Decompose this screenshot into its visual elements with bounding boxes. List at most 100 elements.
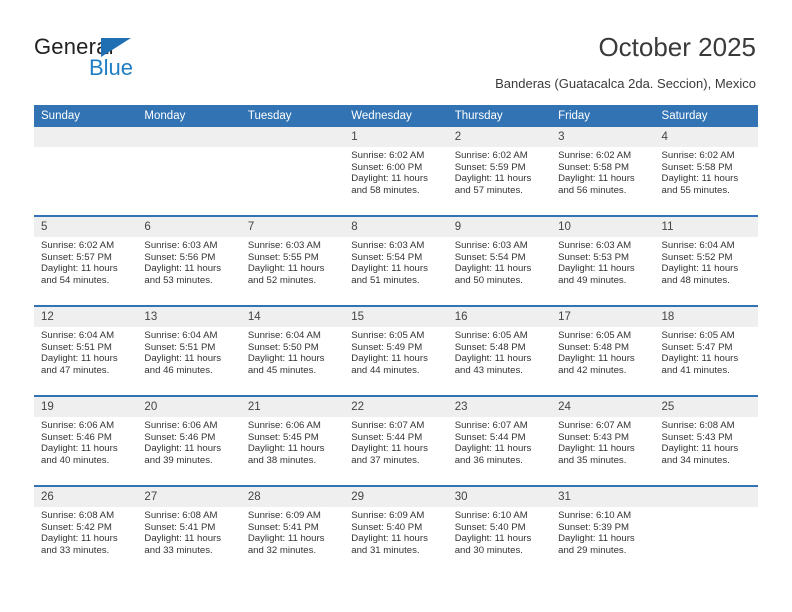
calendar-day-cell[interactable]: 3 Sunrise: 6:02 AM Sunset: 5:58 PM Daylight…	[551, 127, 655, 217]
daylight-text-line2: and 51 minutes.	[351, 274, 420, 286]
calendar-day-cell[interactable]: 11 Sunrise: 6:04 AM Sunset: 5:52 PM Dayligh…	[654, 216, 758, 307]
calendar-day-cell[interactable]: 17 Sunrise: 6:05 AM Sunset: 5:48 PM Dayligh…	[551, 306, 655, 397]
daylight-text-line1: Daylight: 11 hours	[661, 353, 739, 365]
calendar-day-cell[interactable]: 25 Sunrise: 6:08 AM Sunset: 5:43 PM Dayligh…	[654, 396, 758, 487]
day-number: 14	[240, 307, 345, 327]
sunrise-text: Sunrise: 6:09 AM	[351, 510, 425, 521]
calendar-day-cell[interactable]: 12 Sunrise: 6:04 AM Sunset: 5:51 PM Dayligh…	[34, 306, 138, 397]
calendar-day-cell[interactable]: 18 Sunrise: 6:05 AM Sunset: 5:47 PM Dayligh…	[654, 306, 758, 397]
calendar-day-cell[interactable]: 8 Sunrise: 6:03 AM Sunset: 5:54 PM Daylight…	[344, 216, 448, 307]
calendar-day-cell[interactable]: 26 Sunrise: 6:08 AM Sunset: 5:42 PM Dayligh…	[34, 486, 138, 575]
sunset-text: Sunset: 5:49 PM	[351, 341, 423, 353]
daylight-text-line2: and 56 minutes.	[558, 184, 627, 196]
page-header: General Blue October 2025 Banderas (Guat…	[0, 0, 792, 96]
calendar-day-cell[interactable]: 20 Sunrise: 6:06 AM Sunset: 5:46 PM Dayligh…	[137, 396, 241, 487]
sunrise-text: Sunrise: 6:08 AM	[41, 510, 115, 521]
daylight-text-line1: Daylight: 11 hours	[351, 443, 428, 455]
day-number: 1	[344, 127, 448, 147]
day-number: 18	[654, 307, 758, 327]
calendar-day-cell[interactable]: 13 Sunrise: 6:04 AM Sunset: 5:51 PM Dayligh…	[137, 306, 241, 397]
day-number: 6	[137, 217, 241, 237]
sunrise-text: Sunrise: 6:03 AM	[144, 240, 218, 251]
daylight-text-line2: and 43 minutes.	[454, 364, 523, 376]
calendar-day-cell[interactable]: 16 Sunrise: 6:05 AM Sunset: 5:48 PM Dayligh…	[447, 306, 552, 397]
sunset-text: Sunset: 5:54 PM	[454, 251, 526, 263]
calendar-day-cell[interactable]: 21 Sunrise: 6:06 AM Sunset: 5:45 PM Dayligh…	[240, 396, 345, 487]
calendar-day-cell[interactable]: 29 Sunrise: 6:09 AM Sunset: 5:40 PM Dayligh…	[344, 486, 448, 575]
calendar-day-cell[interactable]: 4 Sunrise: 6:02 AM Sunset: 5:58 PM Daylight…	[654, 127, 758, 217]
calendar-day-cell[interactable]: 2 Sunrise: 6:02 AM Sunset: 5:59 PM Daylight…	[447, 127, 552, 217]
day-info: Sunrise: 6:09 AM Sunset: 5:40 PM Daylight:…	[344, 507, 447, 556]
day-number: 29	[344, 487, 448, 507]
calendar-day-cell[interactable]: 10 Sunrise: 6:03 AM Sunset: 5:53 PM Dayligh…	[551, 216, 655, 307]
sunrise-text: Sunrise: 6:04 AM	[144, 330, 218, 341]
calendar-day-cell[interactable]: 6 Sunrise: 6:03 AM Sunset: 5:56 PM Daylight…	[137, 216, 241, 307]
sunset-text: Sunset: 5:44 PM	[454, 431, 526, 443]
sunset-text: Sunset: 5:54 PM	[351, 251, 423, 263]
day-number: 4	[654, 127, 758, 147]
day-info: Sunrise: 6:03 AM Sunset: 5:53 PM Daylight:…	[551, 237, 654, 286]
daylight-text-line2: and 46 minutes.	[144, 364, 213, 376]
daylight-text-line1: Daylight: 11 hours	[144, 533, 222, 545]
sunset-text: Sunset: 6:00 PM	[351, 161, 423, 173]
sunrise-text: Sunrise: 6:05 AM	[351, 330, 425, 341]
sunrise-text: Sunrise: 6:03 AM	[558, 240, 632, 251]
calendar-day-cell[interactable]: 28 Sunrise: 6:09 AM Sunset: 5:41 PM Dayligh…	[240, 486, 345, 575]
sunrise-text: Sunrise: 6:05 AM	[661, 330, 735, 341]
sunrise-text: Sunrise: 6:08 AM	[661, 420, 735, 431]
weekday-header-sunday: Sunday	[34, 105, 138, 127]
calendar-day-cell[interactable]: 5 Sunrise: 6:02 AM Sunset: 5:57 PM Daylight…	[34, 216, 138, 307]
calendar-day-cell[interactable]: 14 Sunrise: 6:04 AM Sunset: 5:50 PM Dayligh…	[240, 306, 345, 397]
page-title: October 2025	[598, 32, 756, 62]
daylight-text-line1: Daylight: 11 hours	[558, 443, 635, 455]
sunset-text: Sunset: 5:51 PM	[144, 341, 216, 353]
calendar-week-row: 1 Sunrise: 6:02 AM Sunset: 6:00 PM Daylight…	[34, 127, 758, 217]
calendar-day-cell[interactable]: 22 Sunrise: 6:07 AM Sunset: 5:44 PM Dayligh…	[344, 396, 448, 487]
daylight-text-line2: and 49 minutes.	[558, 274, 627, 286]
day-number	[137, 127, 241, 147]
weekday-header-tuesday: Tuesday	[240, 105, 345, 127]
day-info: Sunrise: 6:05 AM Sunset: 5:48 PM Daylight:…	[551, 327, 654, 376]
page-subtitle: Banderas (Guatacalca 2da. Seccion), Mexi…	[495, 76, 756, 91]
day-info: Sunrise: 6:04 AM Sunset: 5:51 PM Daylight:…	[137, 327, 240, 376]
calendar-day-cell-empty	[654, 486, 758, 575]
daylight-text-line1: Daylight: 11 hours	[558, 173, 635, 185]
sunrise-text: Sunrise: 6:06 AM	[144, 420, 218, 431]
brand-name-blue: Blue	[89, 55, 134, 80]
sunrise-text: Sunrise: 6:04 AM	[661, 240, 735, 251]
sunrise-text: Sunrise: 6:10 AM	[558, 510, 632, 521]
calendar-day-cell[interactable]: 30 Sunrise: 6:10 AM Sunset: 5:40 PM Dayligh…	[447, 486, 552, 575]
daylight-text-line1: Daylight: 11 hours	[144, 263, 222, 275]
calendar-day-cell[interactable]: 19 Sunrise: 6:06 AM Sunset: 5:46 PM Dayligh…	[34, 396, 138, 487]
calendar-day-cell[interactable]: 7 Sunrise: 6:03 AM Sunset: 5:55 PM Daylight…	[240, 216, 345, 307]
brand-logo[interactable]: General Blue	[34, 34, 214, 86]
day-number: 28	[240, 487, 345, 507]
daylight-text-line1: Daylight: 11 hours	[41, 443, 118, 455]
sunset-text: Sunset: 5:42 PM	[41, 521, 112, 533]
sunset-text: Sunset: 5:39 PM	[558, 521, 630, 533]
calendar-day-cell[interactable]: 15 Sunrise: 6:05 AM Sunset: 5:49 PM Dayligh…	[344, 306, 448, 397]
sunrise-text: Sunrise: 6:02 AM	[454, 150, 528, 161]
day-number: 30	[447, 487, 552, 507]
daylight-text-line1: Daylight: 11 hours	[454, 263, 532, 275]
day-info: Sunrise: 6:09 AM Sunset: 5:41 PM Daylight:…	[241, 507, 344, 556]
sunset-text: Sunset: 5:43 PM	[661, 431, 733, 443]
calendar-body: 1 Sunrise: 6:02 AM Sunset: 6:00 PM Daylight…	[34, 127, 758, 575]
day-info: Sunrise: 6:02 AM Sunset: 5:58 PM Daylight:…	[551, 147, 654, 196]
calendar-day-cell[interactable]: 27 Sunrise: 6:08 AM Sunset: 5:41 PM Dayligh…	[137, 486, 241, 575]
calendar-day-cell[interactable]: 1 Sunrise: 6:02 AM Sunset: 6:00 PM Daylight…	[344, 127, 448, 217]
calendar-day-cell[interactable]: 9 Sunrise: 6:03 AM Sunset: 5:54 PM Daylight…	[447, 216, 552, 307]
sunrise-text: Sunrise: 6:05 AM	[454, 330, 528, 341]
day-number: 21	[240, 397, 345, 417]
calendar-day-cell[interactable]: 23 Sunrise: 6:07 AM Sunset: 5:44 PM Dayligh…	[447, 396, 552, 487]
day-info: Sunrise: 6:07 AM Sunset: 5:44 PM Daylight:…	[448, 417, 551, 466]
day-number: 8	[344, 217, 448, 237]
day-number: 5	[34, 217, 138, 237]
calendar-day-cell[interactable]: 31 Sunrise: 6:10 AM Sunset: 5:39 PM Dayligh…	[551, 486, 655, 575]
sunset-text: Sunset: 5:44 PM	[351, 431, 423, 443]
sunset-text: Sunset: 5:40 PM	[454, 521, 526, 533]
calendar-day-cell[interactable]: 24 Sunrise: 6:07 AM Sunset: 5:43 PM Dayligh…	[551, 396, 655, 487]
day-info: Sunrise: 6:07 AM Sunset: 5:44 PM Daylight:…	[344, 417, 447, 466]
day-info: Sunrise: 6:06 AM Sunset: 5:46 PM Daylight:…	[34, 417, 137, 466]
calendar-table: Sunday Monday Tuesday Wednesday Thursday…	[34, 105, 758, 575]
